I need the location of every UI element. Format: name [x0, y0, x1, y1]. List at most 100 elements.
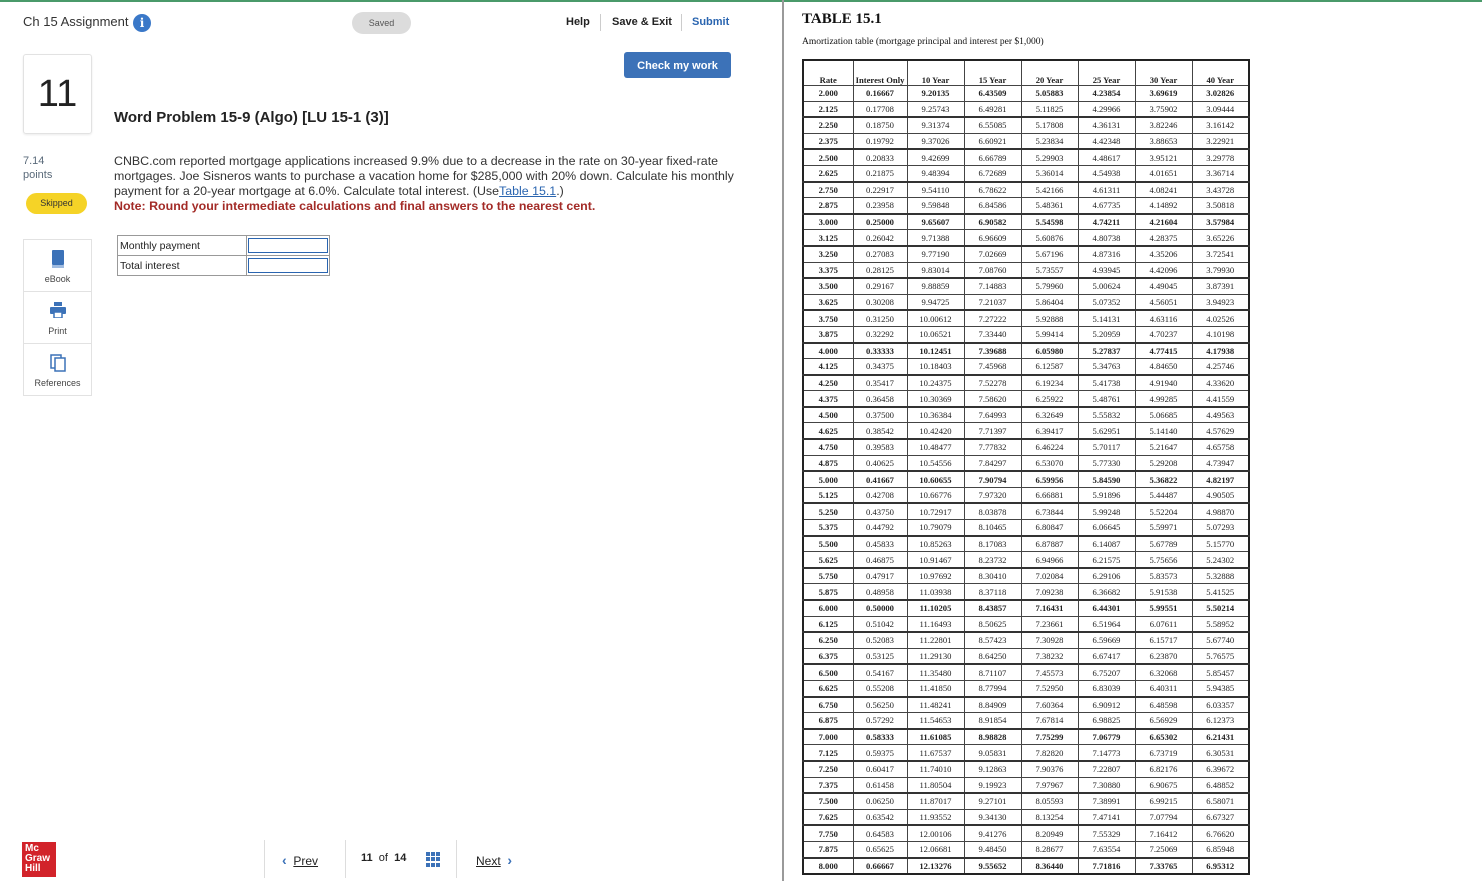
factor-cell: 5.59971	[1134, 519, 1193, 537]
factor-cell: 7.63554	[1077, 840, 1136, 859]
factor-cell: 4.70237	[1134, 325, 1193, 344]
help-link[interactable]: Help	[566, 16, 590, 28]
factor-cell: 5.11825	[1020, 100, 1079, 118]
factor-cell: 7.75299	[1020, 727, 1079, 746]
factor-cell: 8.28677	[1020, 840, 1079, 859]
rate-cell: 3.500	[802, 277, 854, 295]
factor-cell: 6.83039	[1077, 679, 1136, 698]
factor-cell: 3.36714	[1191, 164, 1250, 183]
factor-cell: 9.94725	[906, 293, 965, 311]
factor-cell: 0.45833	[852, 534, 908, 553]
factor-cell: 5.70117	[1077, 438, 1136, 456]
save-exit-link[interactable]: Save & Exit	[612, 16, 672, 28]
references-button[interactable]: References	[24, 344, 91, 395]
factor-cell: 7.22807	[1077, 759, 1136, 778]
monthly-payment-input[interactable]	[248, 238, 328, 253]
factor-cell: 0.30208	[852, 293, 908, 311]
factor-cell: 0.51042	[852, 615, 908, 633]
factor-cell: 5.29903	[1020, 148, 1079, 166]
factor-cell: 6.73719	[1134, 744, 1193, 762]
print-button[interactable]: Print	[24, 292, 91, 344]
factor-cell: 8.91854	[963, 712, 1022, 730]
factor-cell: 11.29130	[906, 647, 965, 665]
table-row: 3.125 0.26042 9.71388 6.96609 5.60876 4.80738…	[802, 229, 1250, 247]
factor-cell: 6.85948	[1191, 840, 1250, 859]
factor-cell: 3.57984	[1191, 212, 1250, 231]
factor-cell: 12.06681	[906, 840, 965, 859]
factor-cell: 7.77832	[963, 438, 1022, 456]
monthly-payment-label: Monthly payment	[117, 235, 247, 256]
prev-button[interactable]: ‹ Prev	[282, 852, 318, 868]
factor-cell: 8.50625	[963, 615, 1022, 633]
factor-cell: 7.14883	[963, 277, 1022, 295]
factor-cell: 6.58071	[1191, 792, 1250, 810]
factor-cell: 7.52950	[1020, 679, 1079, 698]
table-row: 2.000 0.16667 9.20135 6.43509 5.05883 4.23854…	[802, 85, 1250, 102]
factor-cell: 4.67735	[1077, 197, 1136, 215]
ebook-button[interactable]: eBook	[24, 240, 91, 292]
factor-cell: 7.02669	[963, 244, 1022, 263]
factor-cell: 11.74010	[906, 759, 965, 778]
grid-icon[interactable]	[426, 852, 441, 867]
factor-cell: 5.41525	[1191, 583, 1250, 601]
factor-cell: 9.71388	[906, 229, 965, 247]
factor-cell: 11.10205	[906, 598, 965, 617]
factor-cell: 9.65607	[906, 212, 965, 231]
factor-cell: 7.38232	[1020, 647, 1079, 665]
factor-cell: 7.64993	[963, 405, 1022, 424]
table-row: 5.875 0.48958 11.03938 8.37118 7.09238 6.3668…	[802, 583, 1250, 601]
factor-cell: 8.57423	[963, 631, 1022, 649]
factor-cell: 12.00106	[906, 824, 965, 842]
factor-cell: 4.84650	[1134, 358, 1193, 376]
table-row: 4.375 0.36458 10.30369 7.58620 6.25922 5.4876…	[802, 390, 1250, 408]
factor-cell: 0.19792	[852, 132, 908, 150]
print-label: Print	[48, 326, 67, 336]
info-icon[interactable]: i	[133, 14, 151, 32]
rate-cell: 5.875	[802, 583, 854, 601]
factor-cell: 3.09444	[1191, 100, 1250, 118]
amortization-table: Rate Interest Only 10 Year 15 Year 20 Year 25…	[802, 59, 1250, 876]
chevron-right-icon: ›	[507, 852, 513, 868]
rate-cell: 6.375	[802, 647, 854, 665]
column-header: Rate	[802, 59, 854, 86]
factor-cell: 7.27222	[963, 309, 1022, 327]
pager-divider	[264, 840, 265, 878]
factor-cell: 0.35417	[852, 373, 908, 392]
factor-cell: 4.29966	[1077, 100, 1136, 118]
factor-cell: 5.62951	[1077, 422, 1136, 440]
table-row: 2.500 0.20833 9.42699 6.66789 5.29903 4.48617…	[802, 148, 1250, 166]
next-button[interactable]: Next ›	[476, 852, 512, 868]
factor-cell: 11.61085	[906, 727, 965, 746]
factor-cell: 0.64583	[852, 824, 908, 842]
factor-cell: 8.43857	[963, 598, 1022, 617]
factor-cell: 10.79079	[906, 519, 965, 537]
column-header: 20 Year	[1020, 59, 1079, 86]
table-title: TABLE 15.1	[802, 11, 882, 27]
factor-cell: 4.91940	[1134, 373, 1193, 392]
rate-cell: 4.500	[802, 405, 854, 424]
submit-link[interactable]: Submit	[692, 16, 729, 28]
table-link[interactable]: Table 15.1	[499, 184, 556, 198]
factor-cell: 6.55085	[963, 116, 1022, 134]
factor-cell: 10.97692	[906, 566, 965, 585]
factor-cell: 5.14140	[1134, 422, 1193, 440]
rate-cell: 5.375	[802, 519, 854, 537]
factor-cell: 6.40311	[1134, 679, 1193, 698]
table-caption: Amortization table (mortgage principal a…	[802, 37, 1044, 47]
total-interest-input[interactable]	[248, 258, 328, 273]
factor-cell: 8.84909	[963, 695, 1022, 714]
rate-cell: 4.250	[802, 373, 854, 392]
problem-statement: CNBC.com reported mortgage applications …	[114, 154, 738, 214]
factor-cell: 5.54598	[1020, 212, 1079, 231]
ebook-label: eBook	[44, 274, 71, 284]
total-interest-label: Total interest	[117, 255, 247, 276]
factor-cell: 5.29208	[1134, 454, 1193, 472]
factor-cell: 3.82246	[1134, 116, 1193, 134]
rate-cell: 4.625	[802, 422, 854, 440]
references-label: References	[34, 378, 81, 388]
table-row: 7.125 0.59375 11.67537 9.05831 7.82820 7.1477…	[802, 744, 1250, 762]
table-row: 3.250 0.27083 9.77190 7.02669 5.67196 4.87316…	[802, 244, 1250, 263]
check-my-work-button[interactable]: Check my work	[624, 52, 731, 78]
factor-cell: 6.67417	[1077, 647, 1136, 665]
factor-cell: 6.12587	[1020, 358, 1079, 376]
